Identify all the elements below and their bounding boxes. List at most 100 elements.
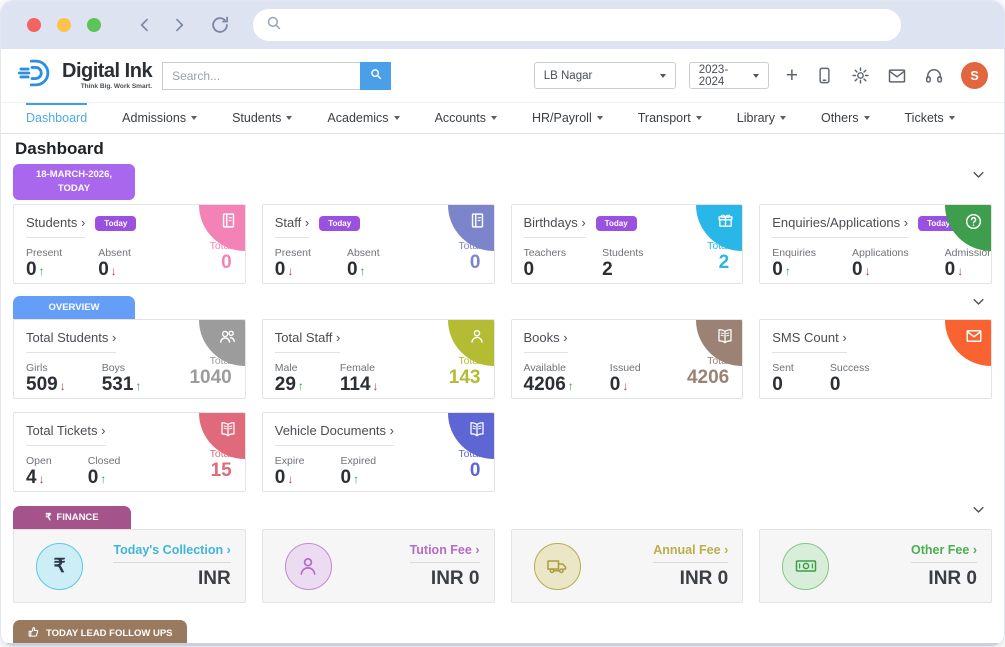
arrow-up-icon: ↑: [353, 472, 359, 486]
stat-expire: Expire0↓: [275, 455, 305, 489]
finance-card-title-link[interactable]: Annual Fee ›: [653, 543, 728, 563]
today-badge: Today: [319, 216, 360, 231]
academic-year-select[interactable]: 2023-2024: [689, 62, 769, 89]
support-headset-button[interactable]: [924, 66, 944, 86]
finance-card-title-link[interactable]: Tution Fee ›: [410, 543, 480, 563]
stat-open: Open4↓: [26, 455, 52, 489]
overview-section-badge[interactable]: OVERVIEW: [13, 296, 135, 319]
money-icon: [782, 543, 829, 590]
question-icon: [964, 212, 983, 236]
card-title-link[interactable]: Staff ›: [275, 215, 309, 238]
nav-item-hr-payroll[interactable]: HR/Payroll: [532, 103, 603, 133]
collapse-finance-section-button[interactable]: [971, 502, 986, 522]
reload-button[interactable]: [209, 14, 231, 36]
stat-success: Success0: [830, 362, 870, 396]
settings-gear-button[interactable]: [851, 66, 870, 85]
stat-applications: Applications0↓: [852, 247, 909, 281]
stat-total: Total143: [449, 355, 481, 389]
nav-item-students[interactable]: Students: [232, 103, 292, 133]
card-corner: [945, 205, 991, 251]
finance-card-other-fee: Other Fee › INR 0: [759, 529, 992, 603]
minimize-window-button[interactable]: [57, 18, 71, 32]
stat-available: Available4206↑: [524, 362, 574, 396]
nav-item-others[interactable]: Others: [821, 103, 870, 133]
stat-card-books: Books ›Available4206↑Issued0↓Total4206: [511, 319, 744, 399]
stat-present: Present0↑: [26, 247, 62, 281]
url-bar[interactable]: [253, 9, 901, 41]
window-bottom-edge: [1, 643, 1004, 646]
stat-card-total-tickets: Total Tickets › Open4↓ Closed0↑ Total15: [13, 412, 246, 492]
card-title-link[interactable]: Students ›: [26, 215, 85, 238]
browser-chrome: [1, 1, 1004, 49]
stat-closed: Closed0↑: [88, 455, 121, 489]
nav-item-label: Students: [232, 111, 281, 125]
finance-card-tution-fee: Tution Fee ›INR 0: [262, 529, 495, 603]
arrow-down-icon: ↓: [957, 264, 963, 278]
today-date-badge[interactable]: 18-MARCH-2026, TODAY: [13, 164, 135, 200]
global-search-input[interactable]: [162, 62, 360, 90]
stat-sent: Sent0: [772, 362, 794, 396]
card-title-link[interactable]: Total Staff ›: [275, 330, 341, 353]
logo-tagline: Think Big. Work Smart.: [81, 83, 152, 90]
close-window-button[interactable]: [27, 18, 41, 32]
finance-card-title-link[interactable]: Today's Collection ›: [113, 543, 230, 563]
nav-item-tickets[interactable]: Tickets: [905, 103, 955, 133]
search-submit-button[interactable]: [360, 62, 391, 90]
stat-present: Present0↓: [275, 247, 311, 281]
card-title-link[interactable]: Total Students ›: [26, 330, 116, 353]
arrow-down-icon: ↓: [287, 264, 293, 278]
traffic-lights: [27, 18, 101, 32]
arrow-down-icon: ↓: [287, 472, 293, 486]
stat-card-sms-count: SMS Count › Sent0 Success0: [759, 319, 992, 399]
rupee-icon: ₹: [36, 543, 83, 590]
finance-card-title-link[interactable]: Other Fee ›: [911, 543, 977, 563]
stat-card-total-students: Total Students ›Girls509↓Boys531↑Total10…: [13, 319, 246, 399]
collapse-today-section-button[interactable]: [971, 167, 986, 187]
finance-card-value: INR 0: [911, 568, 977, 590]
user-avatar[interactable]: S: [961, 62, 988, 89]
add-button[interactable]: +: [786, 65, 798, 86]
arrow-up-icon: ↑: [568, 379, 574, 393]
stat-total: Total15: [210, 448, 232, 482]
mail-button[interactable]: [887, 66, 907, 86]
maximize-window-button[interactable]: [87, 18, 101, 32]
nav-item-accounts[interactable]: Accounts: [435, 103, 497, 133]
date-line2: TODAY: [13, 182, 135, 196]
nav-item-admissions[interactable]: Admissions: [122, 103, 197, 133]
card-title-link[interactable]: Books ›: [524, 330, 568, 353]
nav-item-label: Dashboard: [26, 111, 87, 125]
chevron-down-icon: [394, 116, 400, 120]
stat-card-birthdays: Birthdays ›TodayTeachers0Students2Total2: [511, 204, 744, 284]
stat-total: Total0: [458, 448, 480, 482]
year-select-value: 2023-2024: [699, 64, 753, 88]
forward-button[interactable]: [169, 15, 189, 35]
card-title-link[interactable]: Enquiries/Applications ›: [772, 215, 908, 238]
card-title-link[interactable]: SMS Count ›: [772, 330, 846, 353]
mobile-app-button[interactable]: [815, 66, 834, 85]
arrow-down-icon: ↓: [622, 379, 628, 393]
card-title-link[interactable]: Total Tickets ›: [26, 423, 106, 446]
card-title-link[interactable]: Vehicle Documents ›: [275, 423, 394, 446]
app-logo[interactable]: Digital Ink Think Big. Work Smart.: [17, 54, 152, 97]
nav-item-dashboard[interactable]: Dashboard: [26, 103, 87, 133]
arrow-up-icon: ↑: [100, 472, 106, 486]
nav-item-library[interactable]: Library: [737, 103, 786, 133]
arrow-up-icon: ↑: [298, 379, 304, 393]
nav-item-transport[interactable]: Transport: [638, 103, 702, 133]
nav-item-academics[interactable]: Academics: [327, 103, 399, 133]
dashboard-content: Dashboard 18-MARCH-2026, TODAY Students …: [1, 134, 1004, 646]
arrow-up-icon: ↑: [785, 264, 791, 278]
finance-section-badge[interactable]: ₹ FINANCE: [13, 506, 131, 529]
finance-label: FINANCE: [56, 512, 98, 523]
stat-total: Total1040: [189, 355, 231, 389]
chevron-down-icon: [597, 116, 603, 120]
chevron-down-icon: [949, 116, 955, 120]
branch-select[interactable]: LB Nagar: [534, 62, 676, 89]
chevron-down-icon: [660, 74, 666, 78]
search-icon: [369, 67, 383, 84]
back-button[interactable]: [135, 15, 155, 35]
book-open-icon: [716, 327, 734, 350]
nav-item-label: Academics: [327, 111, 388, 125]
collapse-overview-section-button[interactable]: [971, 294, 986, 314]
card-title-link[interactable]: Birthdays ›: [524, 215, 586, 238]
